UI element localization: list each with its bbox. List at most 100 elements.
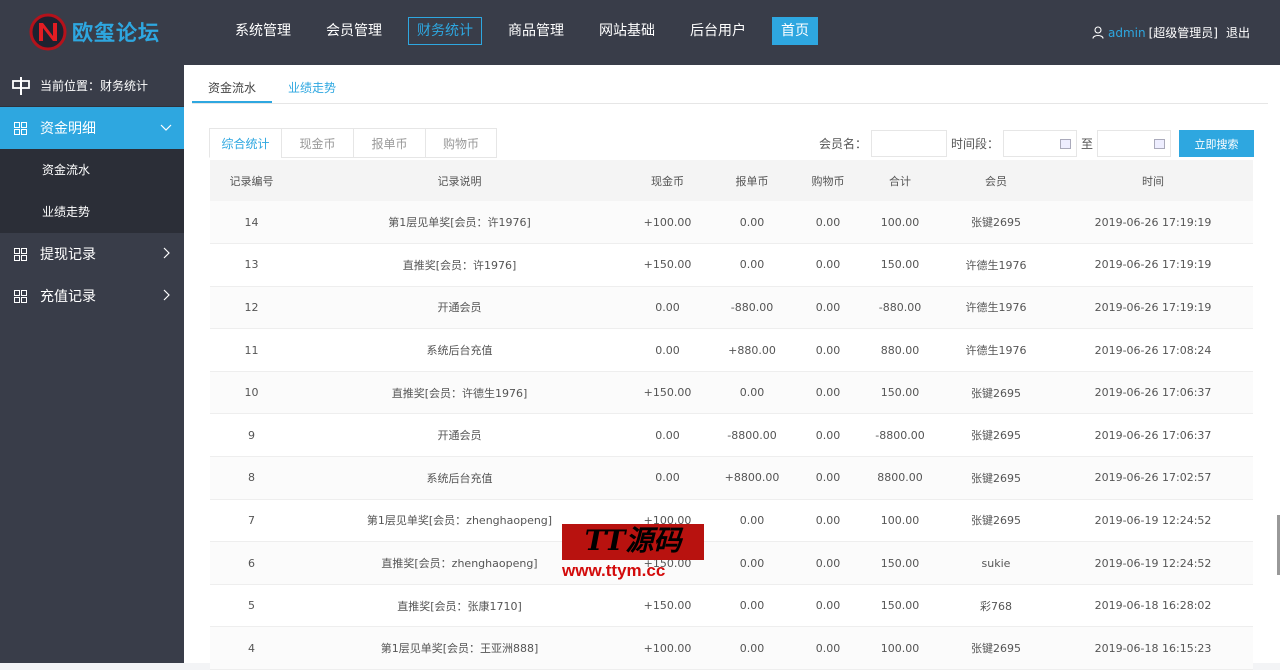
- cell-desc: 第1层见单奖[会员：王亚洲888]: [293, 626, 626, 670]
- cell-total: 880.00: [861, 328, 939, 372]
- nav-site[interactable]: 网站基础: [590, 17, 664, 45]
- table-row: 10 直推奖[会员：许德生1976] +150.00 0.00 0.00 150.00 张键…: [210, 371, 1253, 415]
- top-bar: 欧玺论坛 系统管理 会员管理 财务统计 商品管理 网站基础 后台用户 首页 ad…: [0, 0, 1280, 65]
- cell-order: +880.00: [709, 328, 795, 372]
- cell-time: 2019-06-26 17:08:24: [1053, 328, 1253, 372]
- signpost-icon: [12, 76, 30, 95]
- cell-member: 张键2695: [939, 456, 1053, 500]
- cell-total: 8800.00: [861, 456, 939, 500]
- cell-time: 2019-06-19 12:24:52: [1053, 499, 1253, 543]
- cell-total: 100.00: [861, 499, 939, 543]
- cell-shopping: 0.00: [795, 456, 861, 500]
- cell-shopping: 0.00: [795, 413, 861, 458]
- cell-shopping: 0.00: [795, 626, 861, 670]
- cell-cash: 0.00: [626, 456, 709, 500]
- cell-desc: 直推奖[会员：许1976]: [293, 243, 626, 287]
- table-row: 8 系统后台充值 0.00 +8800.00 0.00 8800.00 张键2695 2019…: [210, 456, 1253, 500]
- cell-member: 许德生1976: [939, 328, 1053, 372]
- col-time: 时间: [1053, 160, 1253, 201]
- nav-home[interactable]: 首页: [772, 17, 818, 45]
- cell-order: 0.00: [709, 201, 795, 245]
- subtab-cash[interactable]: 现金币: [281, 128, 353, 158]
- sidebar-group-withdrawals[interactable]: 提现记录: [0, 233, 184, 275]
- cell-id: 13: [210, 243, 293, 287]
- cell-time: 2019-06-26 17:06:37: [1053, 371, 1253, 415]
- subtab-shopping[interactable]: 购物币: [425, 128, 497, 158]
- start-date-input[interactable]: [1002, 130, 1077, 157]
- chevron-right-icon: [163, 289, 170, 301]
- cell-member: 彩768: [939, 584, 1053, 628]
- cell-order: 0.00: [709, 371, 795, 415]
- sidebar-group-fund-details[interactable]: 资金明细: [0, 107, 184, 149]
- cell-order: -8800.00: [709, 413, 795, 458]
- fund-flow-table: 记录编号 记录说明 现金币 报单币 购物币 合计 会员 时间 14 第1层见单奖[…: [210, 160, 1253, 670]
- cell-total: 100.00: [861, 201, 939, 245]
- cell-id: 12: [210, 286, 293, 330]
- cell-order: 0.00: [709, 584, 795, 628]
- user-name[interactable]: admin: [1108, 26, 1146, 40]
- subtab-summary[interactable]: 综合统计: [209, 128, 281, 158]
- cell-id: 6: [210, 541, 293, 585]
- user-icon: [1092, 26, 1104, 39]
- user-box: admin [超级管理员] 退出: [1092, 24, 1250, 41]
- table-body: 14 第1层见单奖[会员：许1976] +100.00 0.00 0.00 100.00 张…: [210, 201, 1253, 670]
- currency-tabs: 综合统计 现金币 报单币 购物币: [209, 128, 497, 158]
- cell-shopping: 0.00: [795, 541, 861, 585]
- sidebar-group-recharges[interactable]: 充值记录: [0, 275, 184, 317]
- table-row: 11 系统后台充值 0.00 +880.00 0.00 880.00 许德生1976 2019…: [210, 328, 1253, 372]
- cell-total: -880.00: [861, 286, 939, 330]
- grid-icon: [14, 247, 27, 261]
- brand-logo[interactable]: 欧玺论坛: [28, 13, 160, 51]
- watermark-title: TT源码: [562, 524, 704, 560]
- cell-member: 许德生1976: [939, 286, 1053, 330]
- chevron-down-icon: [160, 124, 172, 131]
- cell-desc: 直推奖[会员：许德生1976]: [293, 371, 626, 415]
- calendar-icon: [1059, 139, 1071, 149]
- cell-total: -8800.00: [861, 413, 939, 458]
- cell-member: 张键2695: [939, 626, 1053, 670]
- watermark-url: www.ttym.cc: [562, 561, 666, 580]
- end-date-input[interactable]: [1097, 130, 1171, 157]
- col-order: 报单币: [709, 160, 795, 201]
- nav-system[interactable]: 系统管理: [226, 17, 300, 45]
- cell-total: 100.00: [861, 626, 939, 670]
- cell-time: 2019-06-26 17:02:57: [1053, 456, 1253, 500]
- table-header-row: 记录编号 记录说明 现金币 报单币 购物币 合计 会员 时间: [210, 160, 1253, 201]
- cell-cash: 0.00: [626, 328, 709, 372]
- tab-fund-flow[interactable]: 资金流水: [192, 73, 273, 103]
- calendar-icon: [1154, 139, 1165, 149]
- logout-link[interactable]: 退出: [1226, 24, 1250, 41]
- chevron-right-icon: [163, 247, 170, 259]
- search-button[interactable]: 立即搜索: [1179, 130, 1254, 157]
- cell-id: 8: [210, 456, 293, 500]
- cell-time: 2019-06-19 12:24:52: [1053, 541, 1253, 585]
- table-row: 14 第1层见单奖[会员：许1976] +100.00 0.00 0.00 100.00 张…: [210, 201, 1253, 245]
- search-bar: 会员名： 时间段： 至 立即搜索: [819, 130, 1254, 157]
- sidebar-item-fund-flow[interactable]: 资金流水: [0, 149, 184, 191]
- sidebar-item-performance[interactable]: 业绩走势: [0, 191, 184, 233]
- watermark: TT源码 www.ttym.cc: [562, 524, 712, 584]
- grid-icon: [14, 289, 27, 303]
- cell-cash: 0.00: [626, 286, 709, 330]
- nav-admin-users[interactable]: 后台用户: [681, 17, 755, 45]
- member-input[interactable]: [870, 130, 947, 157]
- sidebar-submenu: 资金流水 业绩走势: [0, 149, 184, 233]
- nav-finance[interactable]: 财务统计: [408, 17, 482, 45]
- sidebar-group-label: 提现记录: [40, 247, 96, 263]
- cell-cash: +100.00: [626, 201, 709, 245]
- cell-desc: 系统后台充值: [293, 456, 626, 500]
- cell-time: 2019-06-26 17:19:19: [1053, 243, 1253, 287]
- cell-total: 150.00: [861, 243, 939, 287]
- page-tabs: 资金流水 业绩走势: [192, 73, 1268, 104]
- tab-performance[interactable]: 业绩走势: [272, 73, 352, 103]
- nav-members[interactable]: 会员管理: [317, 17, 391, 45]
- period-label: 时间段：: [950, 137, 999, 151]
- col-shopping: 购物币: [795, 160, 861, 201]
- subtab-order[interactable]: 报单币: [353, 128, 425, 158]
- breadcrumb: 当前位置：财务统计: [0, 65, 184, 107]
- col-member: 会员: [939, 160, 1053, 201]
- sidebar-group-label: 充值记录: [40, 289, 96, 305]
- cell-member: sukie: [939, 541, 1053, 585]
- cell-time: 2019-06-26 17:19:19: [1053, 286, 1253, 330]
- nav-products[interactable]: 商品管理: [499, 17, 573, 45]
